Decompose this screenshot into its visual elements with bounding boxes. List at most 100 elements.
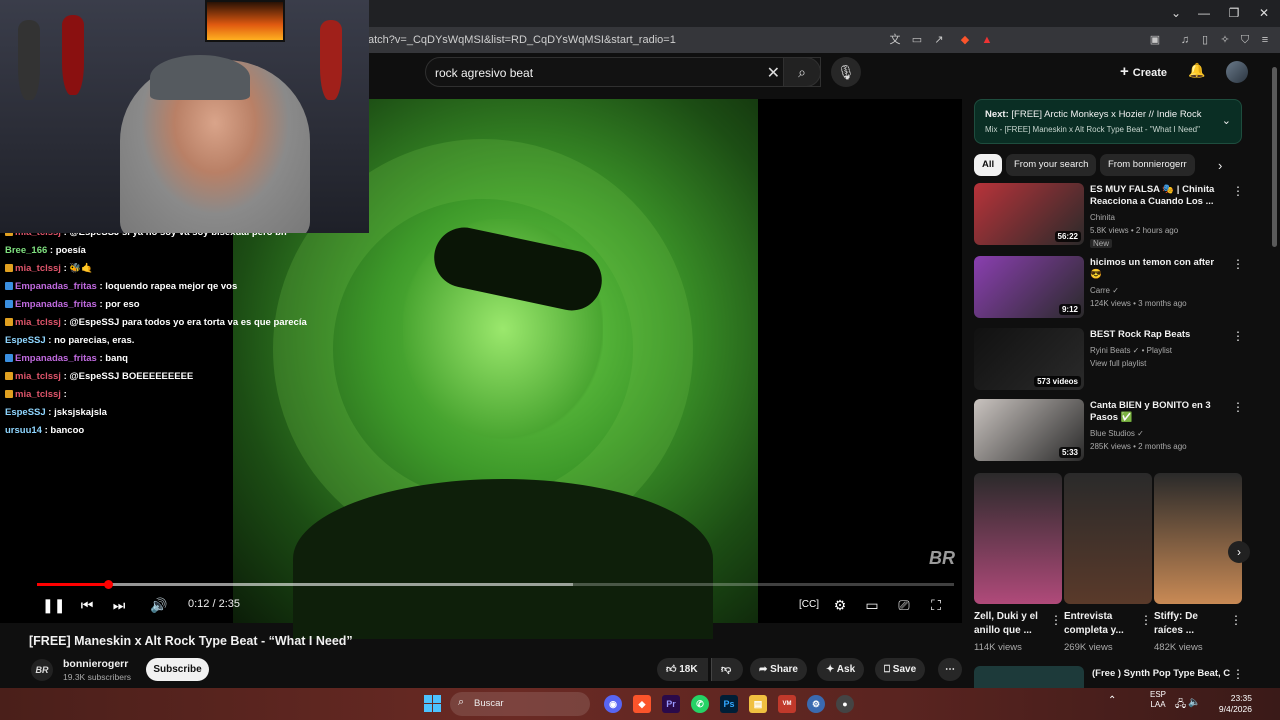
clear-search-icon[interactable]: ✕ xyxy=(767,63,780,83)
recommended-title[interactable]: hicimos un temon con after 😎 xyxy=(1090,257,1225,281)
premiere-icon[interactable]: Pr xyxy=(662,695,680,713)
search-input[interactable]: rock agresivo beat xyxy=(435,66,533,80)
chips-next-chevron-icon[interactable]: › xyxy=(1218,158,1222,173)
recommended-channel[interactable]: Carre ✓ xyxy=(1090,286,1119,295)
notifications-bell-icon[interactable]: 🔔 xyxy=(1188,62,1206,80)
short-thumbnail[interactable] xyxy=(1064,473,1152,604)
recommended-thumbnail[interactable]: 5:33 xyxy=(974,399,1084,461)
recommended-channel[interactable]: Chinita xyxy=(1090,213,1115,222)
ask-button[interactable]: ✦ Ask xyxy=(817,658,865,681)
more-icon[interactable]: ⋮ xyxy=(1232,184,1244,198)
chip-from-channel[interactable]: From bonnierogerr xyxy=(1100,154,1195,176)
chip-all[interactable]: All xyxy=(974,154,1003,176)
clock[interactable]: 23:35 9/4/2026 xyxy=(1196,693,1252,715)
recommended-channel[interactable]: Blue Studios ✓ xyxy=(1090,429,1144,438)
progress-scrubber[interactable] xyxy=(103,580,113,589)
more-icon[interactable]: ⋮ xyxy=(1050,613,1062,627)
recommended-title[interactable]: BEST Rock Rap Beats xyxy=(1090,329,1225,341)
short-thumbnail[interactable] xyxy=(1154,473,1242,604)
theater-button[interactable]: ▭ xyxy=(863,596,881,614)
discord-icon[interactable]: ◉ xyxy=(604,695,622,713)
minimize-icon[interactable]: — xyxy=(1196,5,1212,21)
start-button[interactable] xyxy=(424,695,442,713)
chat-badge-icon xyxy=(5,318,13,326)
share-button[interactable]: ➦ Share xyxy=(750,658,807,681)
whatsapp-icon[interactable]: ✆ xyxy=(691,695,709,713)
share-page-icon[interactable]: ↗ xyxy=(932,33,946,47)
leo-icon[interactable]: ✧ xyxy=(1218,33,1232,47)
close-window-icon[interactable]: ✕ xyxy=(1256,5,1272,21)
up-next-panel[interactable]: Next: [FREE] Arctic Monkeys x Hozier // … xyxy=(974,99,1242,144)
language-indicator[interactable]: ESP LAA xyxy=(1150,690,1166,710)
channel-avatar[interactable]: BR xyxy=(31,659,53,681)
search-button[interactable]: ⌕ xyxy=(783,57,821,87)
brave-shield-icon[interactable]: ◆ xyxy=(958,33,972,47)
shorts-next-button[interactable]: › xyxy=(1228,541,1250,563)
voice-search-button[interactable]: 🎙 xyxy=(831,57,861,87)
sidebar-icon[interactable]: ▣ xyxy=(1148,33,1162,47)
more-icon[interactable]: ⋮ xyxy=(1232,257,1244,271)
panel-icon[interactable]: ▯ xyxy=(1198,33,1212,47)
pause-button[interactable]: ❚❚ xyxy=(42,596,65,614)
recommended-channel[interactable]: Ryini Beats ✓ • Playlist xyxy=(1090,346,1172,355)
subscribe-button[interactable]: Subscribe xyxy=(146,658,209,681)
recommended-thumbnail[interactable] xyxy=(974,666,1084,688)
guitar-decoration xyxy=(62,15,84,95)
media-icon[interactable]: ♫ xyxy=(1178,33,1192,47)
tray-overflow-icon[interactable]: ⌃ xyxy=(1108,695,1116,706)
avatar[interactable] xyxy=(1226,61,1248,83)
next-button[interactable]: ⏭ xyxy=(111,596,127,614)
translate-icon[interactable]: 文 xyxy=(888,33,902,47)
network-icon[interactable]: 🖧 xyxy=(1175,697,1186,714)
captions-button[interactable]: [CC] xyxy=(799,596,819,614)
taskbar-search[interactable]: ⌕ Buscar xyxy=(450,692,590,716)
more-icon[interactable]: ⋮ xyxy=(1232,329,1244,343)
recommended-thumbnail[interactable]: 9:12 xyxy=(974,256,1084,318)
url-text[interactable]: atch?v=_CqDYsWqMSI&list=RD_CqDYsWqMSI&st… xyxy=(368,34,676,46)
more-icon[interactable]: ⋮ xyxy=(1232,400,1244,414)
photoshop-icon[interactable]: Ps xyxy=(720,695,738,713)
more-icon[interactable]: ⋮ xyxy=(1232,667,1244,681)
like-button[interactable]: 👍︎ 18K xyxy=(657,658,708,681)
tab-search-icon[interactable]: ⌄ xyxy=(1168,5,1184,21)
short-title[interactable]: Zell, Duki y el anillo que ... xyxy=(974,610,1049,638)
channel-watermark[interactable]: BR xyxy=(929,548,955,569)
page-scrollbar[interactable] xyxy=(1270,53,1280,688)
short-title[interactable]: Entrevista completa y... xyxy=(1064,610,1139,638)
voicemeeter-icon[interactable]: VM xyxy=(778,695,796,713)
fullscreen-button[interactable]: ⛶ xyxy=(927,596,945,614)
settings-button[interactable]: ⚙ xyxy=(831,596,849,614)
recommended-thumbnail[interactable]: 56:22 xyxy=(974,183,1084,245)
channel-name[interactable]: bonnierogerr xyxy=(63,658,128,670)
vpn-icon[interactable]: ⛉ xyxy=(1238,33,1252,47)
recommended-title[interactable]: Canta BIEN y BONITO en 3 Pasos ✅ xyxy=(1090,400,1225,424)
file-explorer-icon[interactable]: ▤ xyxy=(749,695,767,713)
scrollbar-thumb[interactable] xyxy=(1272,67,1277,247)
search-box[interactable]: rock agresivo beat ✕ xyxy=(425,57,821,87)
more-icon[interactable]: ⋮ xyxy=(1230,613,1242,627)
brave-icon[interactable]: ◆ xyxy=(633,695,651,713)
settings-app-icon[interactable]: ⚙ xyxy=(807,695,825,713)
dislike-button[interactable]: 👎︎ xyxy=(711,658,743,681)
recommended-thumbnail[interactable]: 573 videos xyxy=(974,328,1084,390)
chevron-down-icon[interactable]: ⌄ xyxy=(1222,114,1231,127)
more-actions-button[interactable]: ⋯ xyxy=(938,658,962,681)
recommended-title[interactable]: ES MUY FALSA 🎭 | Chinita Reacciona a Cua… xyxy=(1090,184,1225,208)
cast-icon[interactable]: ▭ xyxy=(910,33,924,47)
chat-username: EspeSSJ xyxy=(5,407,46,418)
obs-icon[interactable]: ● xyxy=(836,695,854,713)
cast-button[interactable]: ⎚ xyxy=(895,596,913,614)
save-button[interactable]: ⎕ Save xyxy=(875,658,926,681)
brave-rewards-icon[interactable]: ▲ xyxy=(980,33,994,47)
menu-icon[interactable]: ≡ xyxy=(1258,33,1272,47)
more-icon[interactable]: ⋮ xyxy=(1140,613,1152,627)
short-title[interactable]: Stiffy: De raíces ... xyxy=(1154,610,1229,638)
previous-button[interactable]: ⏮ xyxy=(79,596,95,614)
volume-button[interactable]: 🔊 xyxy=(150,596,168,614)
taskbar-search-label[interactable]: Buscar xyxy=(474,698,504,709)
short-thumbnail[interactable] xyxy=(974,473,1062,604)
maximize-icon[interactable]: ❐ xyxy=(1226,5,1242,21)
chip-from-your-search[interactable]: From your search xyxy=(1006,154,1097,176)
create-button[interactable]: + Create xyxy=(1120,60,1167,84)
recommended-title[interactable]: (Free ) Synth Pop Type Beat, Cody Simpso… xyxy=(1092,668,1230,679)
